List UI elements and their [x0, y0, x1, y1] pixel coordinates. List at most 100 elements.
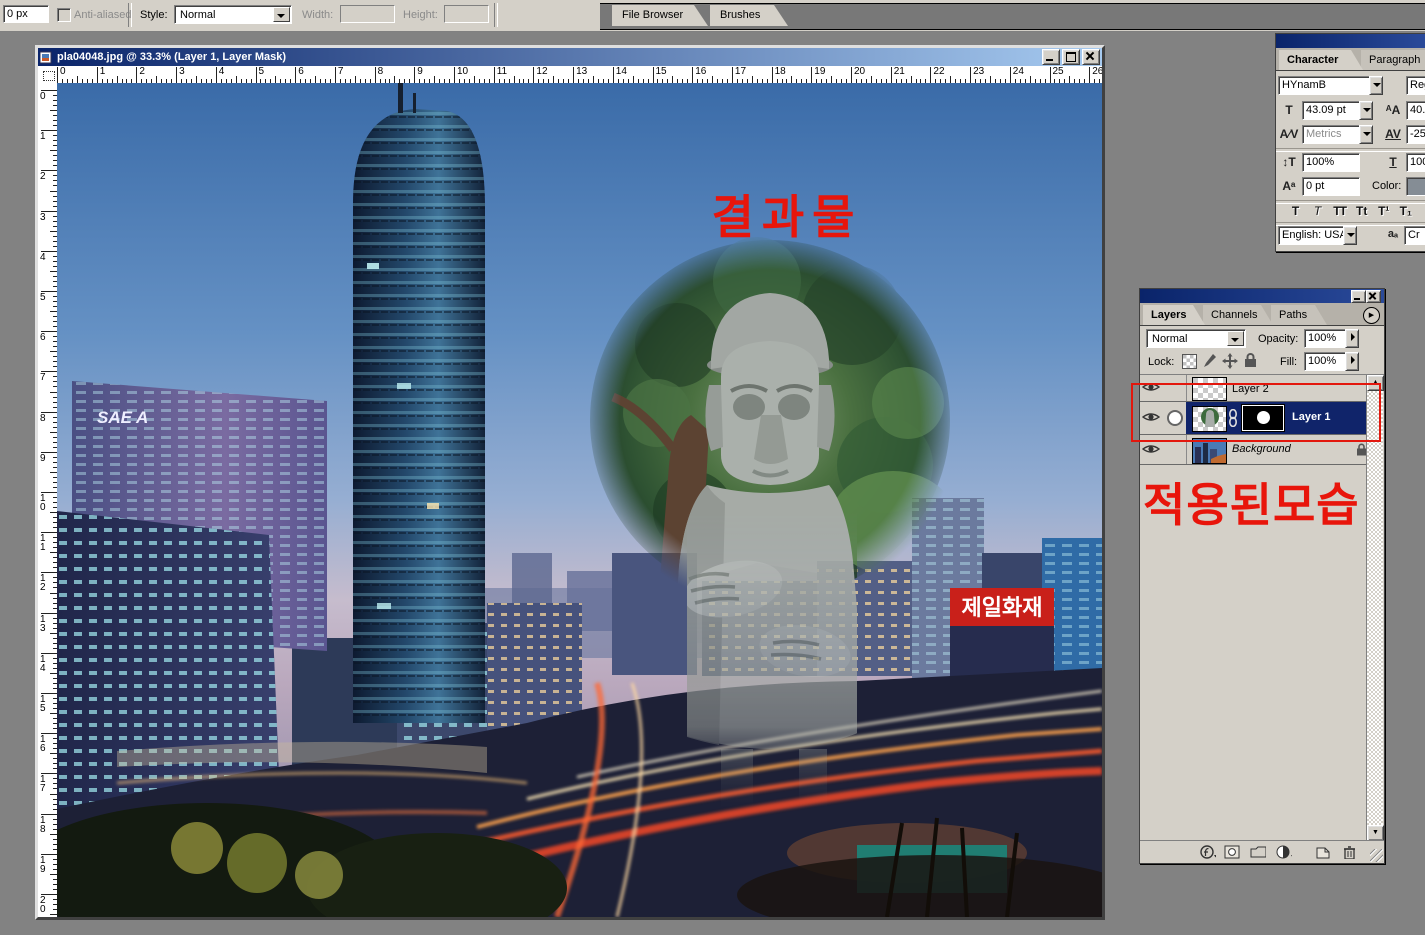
- red-sign-text: 제일화재: [962, 595, 1043, 620]
- height-label: Height:: [403, 9, 438, 21]
- font-family-dropdown-arrow[interactable]: [1369, 76, 1383, 95]
- document-window: pla04048.jpg @ 33.3% (Layer 1, Layer Mas…: [35, 45, 1105, 920]
- annotation-result-text: 결과물: [712, 191, 863, 243]
- character-palette-titlebar[interactable]: [1276, 34, 1425, 48]
- palette-menu-button[interactable]: [1363, 307, 1380, 324]
- color-label: Color:: [1372, 180, 1401, 192]
- options-separator: [494, 3, 498, 27]
- image-canvas[interactable]: 제일화재 SAE A: [57, 83, 1102, 917]
- language-dropdown-arrow[interactable]: [1343, 226, 1357, 245]
- font-family-input[interactable]: HYnamB: [1278, 76, 1370, 95]
- tab-brushes[interactable]: Brushes: [710, 5, 788, 26]
- building-sign-text: SAE A: [97, 408, 148, 427]
- layers-palette-titlebar[interactable]: [1140, 289, 1384, 303]
- layers-palette: Layers Channels Paths Normal Opacity: 10…: [1139, 288, 1385, 864]
- layers-bottom-bar: [1140, 840, 1384, 863]
- tab-layers[interactable]: Layers: [1143, 305, 1205, 325]
- blend-mode-arrow[interactable]: [1227, 331, 1244, 346]
- lock-transparency-icon[interactable]: [1182, 354, 1197, 369]
- antialias-input[interactable]: Cr: [1404, 226, 1425, 245]
- tracking-input[interactable]: -25: [1406, 125, 1425, 144]
- opacity-input[interactable]: 100%: [1304, 329, 1346, 348]
- leading-icon: ᴬA: [1382, 103, 1404, 117]
- opacity-label: Opacity:: [1258, 333, 1298, 345]
- font-size-input[interactable]: 43.09 pt: [1302, 101, 1360, 120]
- fill-slider-button[interactable]: [1345, 352, 1359, 371]
- layer-style-button[interactable]: [1200, 845, 1216, 859]
- subscript-button[interactable]: T₁: [1396, 204, 1415, 218]
- lock-position-icon[interactable]: [1222, 353, 1238, 369]
- font-style-input[interactable]: Regu: [1406, 76, 1425, 95]
- city-mini: [1193, 439, 1226, 463]
- annotation-applied-text: 적용된모습: [1143, 469, 1360, 535]
- document-icon: [40, 51, 53, 64]
- small-caps-button[interactable]: Tt: [1352, 204, 1371, 218]
- new-layer-button[interactable]: [1316, 845, 1332, 859]
- anti-aliased-checkbox[interactable]: [57, 8, 71, 22]
- horizontal-scale-input[interactable]: 100: [1406, 153, 1425, 172]
- photoshop-workspace: { "options_bar": { "position_value": "0 …: [0, 0, 1425, 935]
- annotation-rectangle: [1131, 383, 1381, 442]
- adjustment-layer-button[interactable]: [1276, 845, 1292, 859]
- faux-bold-button[interactable]: T: [1286, 204, 1305, 218]
- lock-pixels-icon[interactable]: [1202, 353, 1217, 369]
- maximize-button[interactable]: [1062, 49, 1080, 65]
- photo-composite: 제일화재 SAE A: [57, 83, 1102, 917]
- tab-character[interactable]: Character: [1279, 50, 1363, 70]
- lock-fill-row: Lock: Fill: 100%: [1140, 351, 1384, 375]
- faux-italic-button[interactable]: T: [1308, 204, 1327, 218]
- baseline-shift-icon: Aᵃ: [1278, 179, 1300, 193]
- antialias-icon: aₐ: [1382, 228, 1404, 240]
- style-dropdown[interactable]: Normal: [174, 5, 292, 24]
- horizontal-scale-icon: T: [1382, 155, 1404, 169]
- character-palette-tabs: Character Paragraph: [1276, 48, 1425, 71]
- layer-name[interactable]: Background: [1232, 443, 1291, 455]
- document-titlebar[interactable]: pla04048.jpg @ 33.3% (Layer 1, Layer Mas…: [38, 48, 1102, 66]
- tracking-icon: AV: [1382, 127, 1404, 141]
- anti-aliased-label: Anti-aliased: [74, 9, 131, 21]
- font-size-dropdown-arrow[interactable]: [1359, 101, 1373, 120]
- lock-label: Lock:: [1148, 356, 1174, 368]
- resize-grip[interactable]: [1370, 849, 1383, 862]
- text-color-swatch[interactable]: [1406, 177, 1425, 196]
- style-label: Style:: [140, 9, 168, 21]
- new-group-button[interactable]: [1250, 845, 1266, 859]
- fill-input[interactable]: 100%: [1304, 352, 1346, 371]
- add-mask-button[interactable]: [1224, 845, 1240, 859]
- character-palette: Character Paragraph HYnamB Regu T 43.09 …: [1275, 33, 1425, 252]
- superscript-button[interactable]: T¹: [1374, 204, 1393, 218]
- scroll-down-button[interactable]: ▼: [1367, 825, 1384, 841]
- tab-paragraph[interactable]: Paragraph: [1361, 50, 1425, 70]
- kerning-input[interactable]: Metrics: [1302, 125, 1360, 144]
- palette-minimize-button[interactable]: [1351, 290, 1366, 303]
- horizontal-ruler: 0123456789101112131415161718192021222324…: [57, 66, 1102, 84]
- lock-all-icon[interactable]: [1244, 353, 1257, 368]
- layers-palette-tabs: Layers Channels Paths: [1140, 303, 1384, 326]
- leading-input[interactable]: 40.: [1406, 101, 1425, 120]
- ruler-origin-box[interactable]: [38, 66, 58, 84]
- kerning-dropdown-arrow[interactable]: [1359, 125, 1373, 144]
- blend-mode-dropdown[interactable]: Normal: [1146, 329, 1246, 348]
- width-input[interactable]: [340, 5, 395, 23]
- language-input[interactable]: English: USA: [1278, 226, 1344, 245]
- vertical-ruler: 01234567891 01 11 21 31 41 51 61 71 81 9…: [38, 83, 58, 917]
- style-dropdown-arrow[interactable]: [273, 7, 290, 22]
- tab-paths[interactable]: Paths: [1271, 305, 1327, 325]
- fill-label: Fill:: [1280, 356, 1297, 368]
- all-caps-button[interactable]: TT: [1330, 204, 1349, 218]
- baseline-shift-input[interactable]: 0 pt: [1302, 177, 1360, 196]
- delete-layer-button[interactable]: [1343, 845, 1359, 859]
- blend-opacity-row: Normal Opacity: 100%: [1140, 327, 1384, 351]
- height-input[interactable]: [444, 5, 489, 23]
- tab-file-browser[interactable]: File Browser: [612, 5, 708, 26]
- minimize-button[interactable]: [1042, 49, 1060, 65]
- close-button[interactable]: [1082, 49, 1100, 65]
- opacity-slider-button[interactable]: [1345, 329, 1359, 348]
- tab-channels[interactable]: Channels: [1203, 305, 1273, 325]
- palette-close-button[interactable]: [1366, 290, 1381, 303]
- vertical-scale-input[interactable]: 100%: [1302, 153, 1360, 172]
- layers-scrollbar[interactable]: ▲ ▼: [1366, 375, 1383, 841]
- feather-input[interactable]: 0 px: [3, 5, 49, 23]
- kerning-icon: A⁄V: [1278, 127, 1300, 141]
- font-size-icon: T: [1278, 103, 1300, 117]
